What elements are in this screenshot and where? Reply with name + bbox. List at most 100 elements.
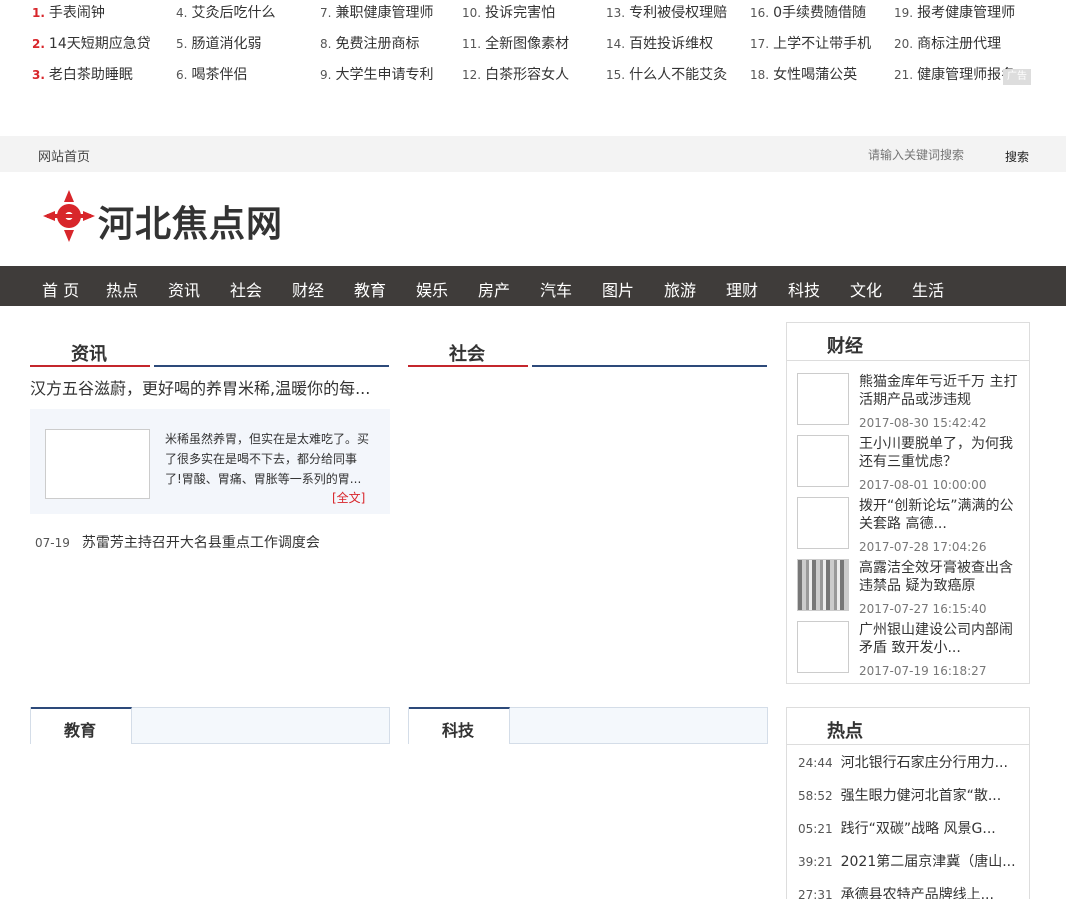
section-title-hot[interactable]: 热点 — [827, 717, 863, 743]
finance-thumbnail[interactable] — [797, 497, 849, 549]
finance-thumbnail[interactable] — [797, 435, 849, 487]
finance-timestamp: 2017-07-19 16:18:27 — [859, 664, 987, 678]
hot-search-item[interactable]: 2. 14天短期应急贷 — [32, 33, 151, 53]
nav-item[interactable]: 房产 — [478, 277, 510, 301]
hot-news-box: 热点 24:44 河北银行石家庄分行用力... 58:52 强生眼力健河北首家“散..… — [786, 707, 1030, 899]
section-title-society[interactable]: 社会 — [449, 340, 485, 366]
rank-number: 20. — [894, 37, 914, 51]
lead-article-image[interactable] — [45, 429, 150, 499]
rank-number: 7. — [320, 6, 332, 20]
nav-item[interactable]: 娱乐 — [416, 277, 448, 301]
hot-news-title: 2021第二届京津冀（唐山... — [840, 854, 1016, 870]
hot-search-text: 什么人不能艾灸 — [629, 67, 728, 83]
hot-search-item[interactable]: 4. 艾灸后吃什么 — [176, 2, 275, 22]
nav-item[interactable]: 旅游 — [664, 277, 696, 301]
hot-search-text: 专利被侵权理赔 — [629, 5, 728, 21]
hot-news-title: 河北银行石家庄分行用力... — [840, 755, 1008, 771]
search-input[interactable] — [868, 147, 1000, 163]
hot-search-item[interactable]: 20. 商标注册代理 — [894, 33, 1001, 53]
finance-item[interactable]: 拨开“创新论坛”满满的公关套路 高德... 2017-07-28 17:04:26 — [797, 497, 1027, 554]
search-button[interactable]: 搜索 — [1005, 148, 1029, 165]
hot-search-item[interactable]: 16. 0手续费随借随 — [750, 2, 866, 22]
finance-title[interactable]: 王小川要脱单了，为何我还有三重忧虑？ — [859, 435, 1019, 471]
nav-item[interactable]: 文化 — [850, 277, 882, 301]
finance-thumbnail[interactable] — [797, 373, 849, 425]
finance-item[interactable]: 王小川要脱单了，为何我还有三重忧虑？ 2017-08-01 10:00:00 — [797, 435, 1027, 492]
hot-search-text: 白茶形容女人 — [485, 67, 570, 83]
hot-search-item[interactable]: 6. 喝茶伴侣 — [176, 64, 247, 84]
finance-title[interactable]: 广州银山建设公司内部闹矛盾 致开发小... — [859, 621, 1019, 657]
hot-search-text: 手表闹钟 — [48, 5, 105, 21]
read-full-link[interactable]: [全文] — [332, 489, 365, 506]
section-title-news[interactable]: 资讯 — [71, 340, 107, 366]
hot-search-item[interactable]: 19. 报考健康管理师 — [894, 2, 1015, 22]
hot-search-item[interactable]: 8. 免费注册商标 — [320, 33, 419, 53]
finance-item[interactable]: 广州银山建设公司内部闹矛盾 致开发小... 2017-07-19 16:18:27 — [797, 621, 1027, 678]
nav-item[interactable]: 生活 — [912, 277, 944, 301]
finance-item[interactable]: 高露洁全效牙膏被查出含违禁品 疑为致癌原 2017-07-27 16:15:40 — [797, 559, 1027, 616]
lead-article-title[interactable]: 汉方五谷滋蔚，更好喝的养胃米稀,温暖你的每... — [30, 375, 370, 399]
finance-title[interactable]: 拨开“创新论坛”满满的公关套路 高德... — [859, 497, 1019, 533]
site-home-link[interactable]: 网站首页 — [38, 146, 90, 165]
education-panel: 教育 — [30, 707, 390, 744]
hot-search-text: 上学不让带手机 — [773, 36, 872, 52]
rank-number: 6. — [176, 68, 188, 82]
nav-item[interactable]: 资讯 — [168, 277, 200, 301]
hot-search-item[interactable]: 7. 兼职健康管理师 — [320, 2, 433, 22]
site-logo[interactable]: 河北焦点网 — [40, 186, 290, 246]
finance-timestamp: 2017-07-27 16:15:40 — [859, 602, 987, 616]
hot-search-item[interactable]: 17. 上学不让带手机 — [750, 33, 871, 53]
hot-news-time: 05:21 — [798, 822, 833, 836]
ad-label: 广告 — [1003, 69, 1031, 85]
hot-news-title: 践行“双碳”战略 风景G... — [840, 821, 996, 837]
hot-news-item[interactable]: 27:31 承德县农特产品牌线上... — [798, 884, 994, 899]
rank-number: 12. — [462, 68, 482, 82]
rank-number: 15. — [606, 68, 626, 82]
finance-title[interactable]: 高露洁全效牙膏被查出含违禁品 疑为致癌原 — [859, 559, 1019, 595]
hot-news-item[interactable]: 24:44 河北银行石家庄分行用力... — [798, 752, 1008, 772]
rank-number: 5. — [176, 37, 188, 51]
nav-item[interactable]: 图片 — [602, 277, 634, 301]
hot-search-text: 老白茶助睡眠 — [48, 67, 133, 83]
nav-item[interactable]: 首 页 — [42, 277, 79, 301]
nav-item[interactable]: 社会 — [230, 277, 262, 301]
finance-box: 财经 熊猫金库年亏近千万 主打活期产品或涉违规 2017-08-30 15:42:… — [786, 322, 1030, 684]
nav-item[interactable]: 热点 — [106, 277, 138, 301]
hot-search-item[interactable]: 15. 什么人不能艾灸 — [606, 64, 727, 84]
hot-search-text: 0手续费随借随 — [773, 5, 867, 21]
rank-number: 4. — [176, 6, 188, 20]
nav-item[interactable]: 汽车 — [540, 277, 572, 301]
nav-item[interactable]: 财经 — [292, 277, 324, 301]
nav-item[interactable]: 科技 — [788, 277, 820, 301]
hot-search-item[interactable]: 14. 百姓投诉维权 — [606, 33, 713, 53]
hot-news-time: 24:44 — [798, 756, 833, 770]
hot-search-item[interactable]: 1. 手表闹钟 — [32, 2, 105, 22]
finance-thumbnail[interactable] — [797, 621, 849, 673]
nav-item[interactable]: 理财 — [726, 277, 758, 301]
section-underline — [30, 365, 150, 367]
hot-search-item[interactable]: 18. 女性喝蒲公英 — [750, 64, 857, 84]
section-title-finance[interactable]: 财经 — [827, 332, 863, 358]
hot-news-item[interactable]: 05:21 践行“双碳”战略 风景G... — [798, 818, 996, 838]
hot-search-item[interactable]: 13. 专利被侵权理赔 — [606, 2, 727, 22]
tab-tech[interactable]: 科技 — [409, 707, 510, 744]
finance-item[interactable]: 熊猫金库年亏近千万 主打活期产品或涉违规 2017-08-30 15:42:42 — [797, 373, 1027, 430]
hot-search-item[interactable]: 3. 老白茶助睡眠 — [32, 64, 133, 84]
hot-search-item[interactable]: 11. 全新图像素材 — [462, 33, 569, 53]
nav-item[interactable]: 教育 — [354, 277, 386, 301]
hot-search-item[interactable]: 12. 白茶形容女人 — [462, 64, 569, 84]
finance-title[interactable]: 熊猫金库年亏近千万 主打活期产品或涉违规 — [859, 373, 1019, 409]
finance-thumbnail[interactable] — [797, 559, 849, 611]
hot-search-item[interactable]: 21. 健康管理师报名 — [894, 64, 1015, 84]
hot-search-item[interactable]: 9. 大学生申请专利 — [320, 64, 433, 84]
hot-news-item[interactable]: 58:52 强生眼力健河北首家“散... — [798, 785, 1001, 805]
news-list-item[interactable]: 07-19 苏雷芳主持召开大名县重点工作调度会 — [35, 532, 320, 552]
finance-timestamp: 2017-08-01 10:00:00 — [859, 478, 987, 492]
hot-search-item[interactable]: 5. 肠道消化弱 — [176, 33, 261, 53]
main-nav: 首 页 热点 资讯 社会 财经 教育 娱乐 房产 汽车 图片 旅游 理财 科技 文化 生活 — [0, 266, 1066, 306]
hot-search-item[interactable]: 10. 投诉完害怕 — [462, 2, 555, 22]
tab-label: 教育 — [64, 721, 97, 740]
tab-education[interactable]: 教育 — [31, 707, 132, 744]
rank-number: 19. — [894, 6, 914, 20]
hot-news-item[interactable]: 39:21 2021第二届京津冀（唐山... — [798, 851, 1016, 871]
